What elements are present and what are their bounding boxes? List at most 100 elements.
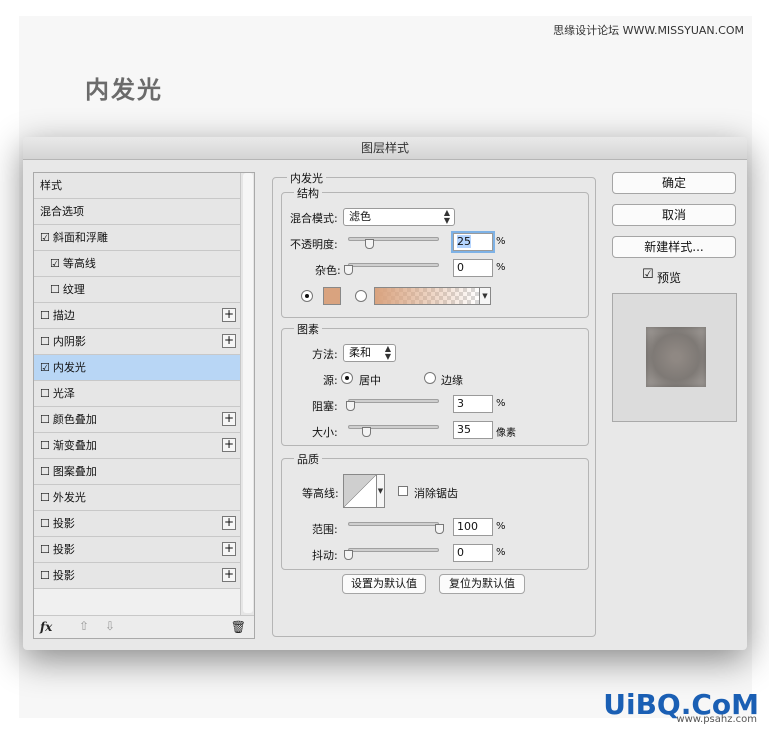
size-input[interactable]: 35 — [453, 421, 493, 439]
checkbox[interactable]: ☑ — [50, 251, 60, 276]
move-down-icon[interactable]: ⇩ — [105, 619, 115, 633]
source-label: 源: — [323, 374, 338, 387]
checkbox[interactable]: ☐ — [40, 433, 50, 458]
style-item-outer-glow[interactable]: ☐ 外发光 — [34, 485, 240, 511]
add-icon[interactable]: + — [222, 334, 236, 348]
color-radio[interactable] — [301, 290, 313, 302]
choke-slider[interactable] — [348, 399, 439, 403]
watermark-url: www.psahz.com — [676, 714, 757, 725]
add-icon[interactable]: + — [222, 516, 236, 530]
style-item-stroke[interactable]: ☐ 描边 + — [34, 303, 240, 329]
add-icon[interactable]: + — [222, 308, 236, 322]
contour-preview[interactable] — [343, 474, 377, 508]
style-item-texture[interactable]: ☐ 纹理 — [34, 277, 240, 303]
reset-default-button[interactable]: 复位为默认值 — [439, 574, 525, 594]
add-icon[interactable]: + — [222, 542, 236, 556]
style-item-label: 样式 — [40, 179, 62, 192]
style-item-satin[interactable]: ☐ 光泽 — [34, 381, 240, 407]
style-item-styles[interactable]: 样式 — [34, 173, 240, 199]
antialias-checkbox[interactable] — [398, 486, 408, 496]
glow-gradient-swatch[interactable] — [374, 287, 480, 305]
source-center-label: 居中 — [359, 374, 381, 387]
style-item-drop-shadow[interactable]: ☐ 投影 + — [34, 537, 240, 563]
range-input[interactable]: 100 — [453, 518, 493, 536]
checkbox[interactable]: ☐ — [40, 459, 50, 484]
checkbox[interactable]: ☐ — [50, 277, 60, 302]
style-item-pattern-overlay[interactable]: ☐ 图案叠加 — [34, 459, 240, 485]
checkbox[interactable]: ☐ — [40, 381, 50, 406]
checkbox[interactable]: ☑ — [40, 225, 50, 250]
checkbox[interactable]: ☑ — [40, 355, 50, 380]
blend-mode-select[interactable]: 滤色 ▲ ▼ — [343, 208, 455, 226]
noise-slider[interactable] — [348, 263, 439, 267]
noise-label: 杂色: — [315, 264, 341, 277]
style-list-footer: fx ⇧ ⇩ 🗑 — [34, 615, 254, 638]
source-center-radio[interactable] — [341, 372, 353, 384]
chevron-down-icon[interactable]: ▼ — [479, 287, 491, 305]
opacity-slider-thumb[interactable] — [365, 239, 374, 249]
style-item-gradient-overlay[interactable]: ☐ 渐变叠加 + — [34, 433, 240, 459]
new-style-button[interactable]: 新建样式... — [612, 236, 736, 258]
style-item-label: 纹理 — [62, 283, 85, 296]
gradient-radio[interactable] — [355, 290, 367, 302]
style-item-blending-options[interactable]: 混合选项 — [34, 199, 240, 225]
opacity-slider[interactable] — [348, 237, 439, 241]
scrollbar[interactable] — [240, 173, 254, 615]
style-item-contour[interactable]: ☑ 等高线 — [34, 251, 240, 277]
noise-input[interactable]: 0 — [453, 259, 493, 277]
style-preview — [612, 293, 737, 422]
scrollbar-thumb[interactable] — [243, 173, 253, 613]
technique-select[interactable]: 柔和 ▲ ▼ — [343, 344, 396, 362]
preview-checkbox[interactable]: ☑ — [642, 267, 654, 282]
checkbox[interactable]: ☐ — [40, 511, 50, 536]
choke-label: 阻塞: — [312, 400, 338, 413]
source-edge-radio[interactable] — [424, 372, 436, 384]
checkbox[interactable]: ☐ — [40, 303, 50, 328]
style-item-label: 渐变叠加 — [52, 439, 97, 452]
add-icon[interactable]: + — [222, 568, 236, 582]
contour-label: 等高线: — [302, 487, 339, 500]
checkbox[interactable]: ☐ — [40, 329, 50, 354]
choke-input[interactable]: 3 — [453, 395, 493, 413]
style-item-inner-shadow[interactable]: ☐ 内阴影 + — [34, 329, 240, 355]
glow-color-swatch[interactable] — [323, 287, 341, 305]
style-item-drop-shadow[interactable]: ☐ 投影 + — [34, 563, 240, 589]
choke-slider-thumb[interactable] — [346, 401, 355, 411]
jitter-slider[interactable] — [348, 548, 439, 552]
section-title: 内发光 — [287, 170, 326, 186]
add-icon[interactable]: + — [222, 412, 236, 426]
move-up-icon[interactable]: ⇧ — [79, 619, 89, 633]
trash-icon[interactable]: 🗑 — [231, 620, 246, 634]
source-edge-label: 边缘 — [441, 374, 463, 387]
size-slider-thumb[interactable] — [362, 427, 371, 437]
checkbox[interactable]: ☐ — [40, 485, 50, 510]
checkbox[interactable]: ☐ — [40, 563, 50, 588]
ok-button[interactable]: 确定 — [612, 172, 736, 194]
style-item-color-overlay[interactable]: ☐ 颜色叠加 + — [34, 407, 240, 433]
style-item-label: 内发光 — [52, 361, 86, 374]
noise-slider-thumb[interactable] — [344, 265, 353, 275]
checkbox[interactable]: ☐ — [40, 537, 50, 562]
fx-icon[interactable]: fx — [40, 620, 52, 634]
technique-value: 柔和 — [349, 346, 371, 359]
style-item-drop-shadow[interactable]: ☐ 投影 + — [34, 511, 240, 537]
range-slider-thumb[interactable] — [435, 524, 444, 534]
jitter-label: 抖动: — [312, 549, 338, 562]
jitter-input[interactable]: 0 — [453, 544, 493, 562]
style-item-inner-glow[interactable]: ☑ 内发光 — [34, 355, 240, 381]
make-default-button[interactable]: 设置为默认值 — [342, 574, 426, 594]
blend-mode-value: 滤色 — [349, 210, 371, 223]
cancel-button[interactable]: 取消 — [612, 204, 736, 226]
style-item-label: 外发光 — [52, 491, 86, 504]
opacity-unit: % — [496, 236, 506, 247]
checkbox[interactable]: ☐ — [40, 407, 50, 432]
style-list-panel: 样式 混合选项 ☑ 斜面和浮雕 ☑ 等高线 ☐ 纹理 ☐ 描边 + ☐ 内阴影 … — [33, 172, 255, 639]
opacity-input[interactable]: 25 — [451, 231, 495, 253]
chevron-down-icon[interactable]: ▼ — [376, 474, 385, 508]
range-slider[interactable] — [348, 522, 439, 526]
layer-style-dialog: 图层样式 样式 混合选项 ☑ 斜面和浮雕 ☑ 等高线 ☐ 纹理 ☐ 描边 + ☐… — [23, 137, 747, 650]
add-icon[interactable]: + — [222, 438, 236, 452]
elements-legend: 图素 — [294, 321, 322, 337]
style-item-bevel-emboss[interactable]: ☑ 斜面和浮雕 — [34, 225, 240, 251]
jitter-slider-thumb[interactable] — [344, 550, 353, 560]
